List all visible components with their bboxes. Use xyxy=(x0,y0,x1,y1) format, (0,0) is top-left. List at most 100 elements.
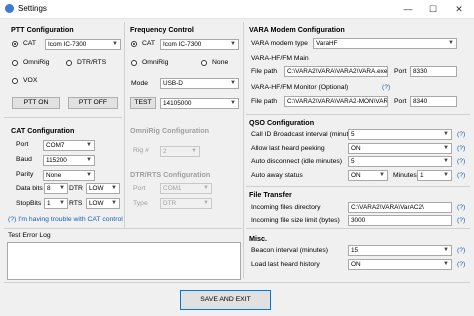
qso-callid-help-icon[interactable]: (?) xyxy=(457,131,465,138)
misc-beacon-help-icon[interactable]: (?) xyxy=(457,247,465,254)
cat-stopbits-value: 1 xyxy=(47,200,51,207)
qso-autodisc-select[interactable]: 5 ▼ xyxy=(348,156,452,167)
qso-lastheard-select[interactable]: ON ▼ xyxy=(348,143,452,154)
ptt-omnirig-label: OmniRig xyxy=(23,59,50,66)
qso-autoaway-help-icon[interactable]: (?) xyxy=(457,172,465,179)
chevron-down-icon: ▼ xyxy=(230,100,236,106)
ptt-omnirig-radio[interactable] xyxy=(12,60,18,66)
misc-loadlast-label: Load last heard history xyxy=(251,261,320,268)
ptt-vox-label: VOX xyxy=(23,77,38,84)
vara-monitor-filepath-input[interactable]: C:\VARA2\VARA\VARA2-MON\VAR xyxy=(284,96,388,107)
misc-loadlast-select[interactable]: ON ▼ xyxy=(348,259,452,270)
qso-minutes-value: 1 xyxy=(420,172,424,179)
dtrrts-type-select[interactable]: DTR ▼ xyxy=(160,198,212,209)
ptt-cat-label: CAT xyxy=(23,40,37,47)
misc-beacon-value: 15 xyxy=(351,247,359,254)
cat-databits-label: Data bits xyxy=(16,185,43,192)
qso-callid-select[interactable]: 5 ▼ xyxy=(348,129,452,140)
qso-lastheard-help-icon[interactable]: (?) xyxy=(457,145,465,152)
section-divider xyxy=(246,228,470,229)
test-error-log-label: Test Error Log xyxy=(8,232,51,239)
freq-none-radio[interactable] xyxy=(201,60,207,66)
cat-port-select[interactable]: COM7 ▼ xyxy=(43,140,95,151)
ptt-vox-radio[interactable] xyxy=(12,78,18,84)
cat-dtr-select[interactable]: LOW ▼ xyxy=(86,183,120,194)
cat-rts-select[interactable]: LOW ▼ xyxy=(86,198,120,209)
qso-autodisc-help-icon[interactable]: (?) xyxy=(457,158,465,165)
misc-loadlast-help-icon[interactable]: (?) xyxy=(457,261,465,268)
chevron-down-icon: ▼ xyxy=(230,41,236,47)
vara-monitor-port-label: Port xyxy=(394,98,407,105)
freq-test-select[interactable]: 14105000 ▼ xyxy=(160,98,239,109)
freq-omnirig-radio[interactable] xyxy=(131,60,137,66)
ptt-dtr-radio[interactable] xyxy=(66,60,72,66)
qso-callid-label: Call ID Broadcast interval (minutes) xyxy=(251,131,358,138)
cat-parity-select[interactable]: None ▼ xyxy=(43,170,95,181)
cat-baud-select[interactable]: 115200 ▼ xyxy=(43,155,95,166)
chevron-down-icon: ▼ xyxy=(443,145,449,151)
freq-cat-label: CAT xyxy=(142,40,156,47)
transfer-sizelimit-input[interactable]: 3000 xyxy=(348,215,452,226)
omnirig-rig-select[interactable]: 2 ▼ xyxy=(160,146,200,157)
chevron-down-icon: ▼ xyxy=(203,185,209,191)
qso-lastheard-value: ON xyxy=(351,145,361,152)
chevron-down-icon: ▼ xyxy=(191,148,197,154)
dtrrts-config-header: DTR/RTS Configuration xyxy=(130,170,211,179)
misc-beacon-select[interactable]: 15 ▼ xyxy=(348,245,452,256)
transfer-incoming-input[interactable]: C:\VARA2\VARA\VarAC2\ xyxy=(348,202,452,213)
chevron-down-icon: ▼ xyxy=(203,200,209,206)
title-bar: Settings — ☐ ✕ xyxy=(0,0,474,19)
vara-main-filepath-input[interactable]: C:\VARA2\VARA\VARA2\VARA.exe xyxy=(284,66,388,77)
qso-minutes-select[interactable]: 1 ▼ xyxy=(417,170,452,181)
ptt-on-button[interactable]: PTT ON xyxy=(12,97,60,109)
ptt-off-button[interactable]: PTT OFF xyxy=(68,97,118,109)
vara-main-filepath-label: File path xyxy=(251,68,278,75)
freq-cat-select[interactable]: Icom IC-7300 ▼ xyxy=(160,39,239,50)
chevron-down-icon: ▼ xyxy=(59,200,65,206)
ptt-cat-select[interactable]: Icom IC-7300 ▼ xyxy=(45,39,121,50)
omnirig-config-header: OmniRig Configuration xyxy=(130,126,210,135)
vara-monitor-help-icon[interactable]: (?) xyxy=(382,84,390,91)
close-button[interactable]: ✕ xyxy=(447,0,471,18)
cat-databits-select[interactable]: 8 ▼ xyxy=(44,183,68,194)
cat-rts-value: LOW xyxy=(89,200,104,207)
cat-stopbits-select[interactable]: 1 ▼ xyxy=(44,198,68,209)
save-and-exit-button[interactable]: SAVE AND EXIT xyxy=(180,290,271,310)
chevron-down-icon: ▼ xyxy=(443,131,449,137)
freq-test-button[interactable]: TEST xyxy=(130,97,156,109)
chevron-down-icon: ▼ xyxy=(443,261,449,267)
minimize-button[interactable]: — xyxy=(396,0,420,18)
misc-loadlast-value: ON xyxy=(351,261,361,268)
vara-modem-type-label: VARA modem type xyxy=(251,40,308,47)
transfer-sizelimit-help-icon[interactable]: (?) xyxy=(457,217,465,224)
freq-mode-select[interactable]: USB-D ▼ xyxy=(160,78,239,89)
freq-none-label: None xyxy=(212,59,229,66)
ptt-cat-radio[interactable] xyxy=(12,41,18,47)
maximize-button[interactable]: ☐ xyxy=(421,0,445,18)
transfer-incoming-help-icon[interactable]: (?) xyxy=(457,204,465,211)
vara-monitor-filepath-label: File path xyxy=(251,98,278,105)
vara-main-port-label: Port xyxy=(394,68,407,75)
cat-parity-value: None xyxy=(46,172,62,179)
chevron-down-icon: ▼ xyxy=(443,158,449,164)
qso-config-header: QSO Configuration xyxy=(249,118,315,127)
chevron-down-icon: ▼ xyxy=(443,172,449,178)
cat-rts-label: RTS xyxy=(69,200,83,207)
dtrrts-port-select[interactable]: COM1 ▼ xyxy=(160,183,212,194)
cat-config-header: CAT Configuration xyxy=(11,126,75,135)
window-title: Settings xyxy=(18,4,47,13)
freq-cat-radio[interactable] xyxy=(131,41,137,47)
omnirig-rig-value: 2 xyxy=(163,148,167,155)
freq-test-value: 14105000 xyxy=(163,100,192,107)
test-error-log-textarea[interactable] xyxy=(7,242,241,280)
cat-trouble-link[interactable]: (?) I'm having trouble with CAT control xyxy=(8,216,123,223)
cat-databits-value: 8 xyxy=(47,185,51,192)
ptt-cat-value: Icom IC-7300 xyxy=(48,41,87,48)
vara-modem-type-select[interactable]: VaraHF ▼ xyxy=(313,38,457,49)
qso-autoaway-select[interactable]: ON ▼ xyxy=(348,170,388,181)
dtrrts-type-value: DTR xyxy=(163,200,177,207)
vara-monitor-port-input[interactable]: 8340 xyxy=(410,96,457,107)
qso-lastheard-label: Allow last heard peeking xyxy=(251,145,325,152)
qso-callid-value: 5 xyxy=(351,131,355,138)
vara-main-port-input[interactable]: 8330 xyxy=(410,66,457,77)
